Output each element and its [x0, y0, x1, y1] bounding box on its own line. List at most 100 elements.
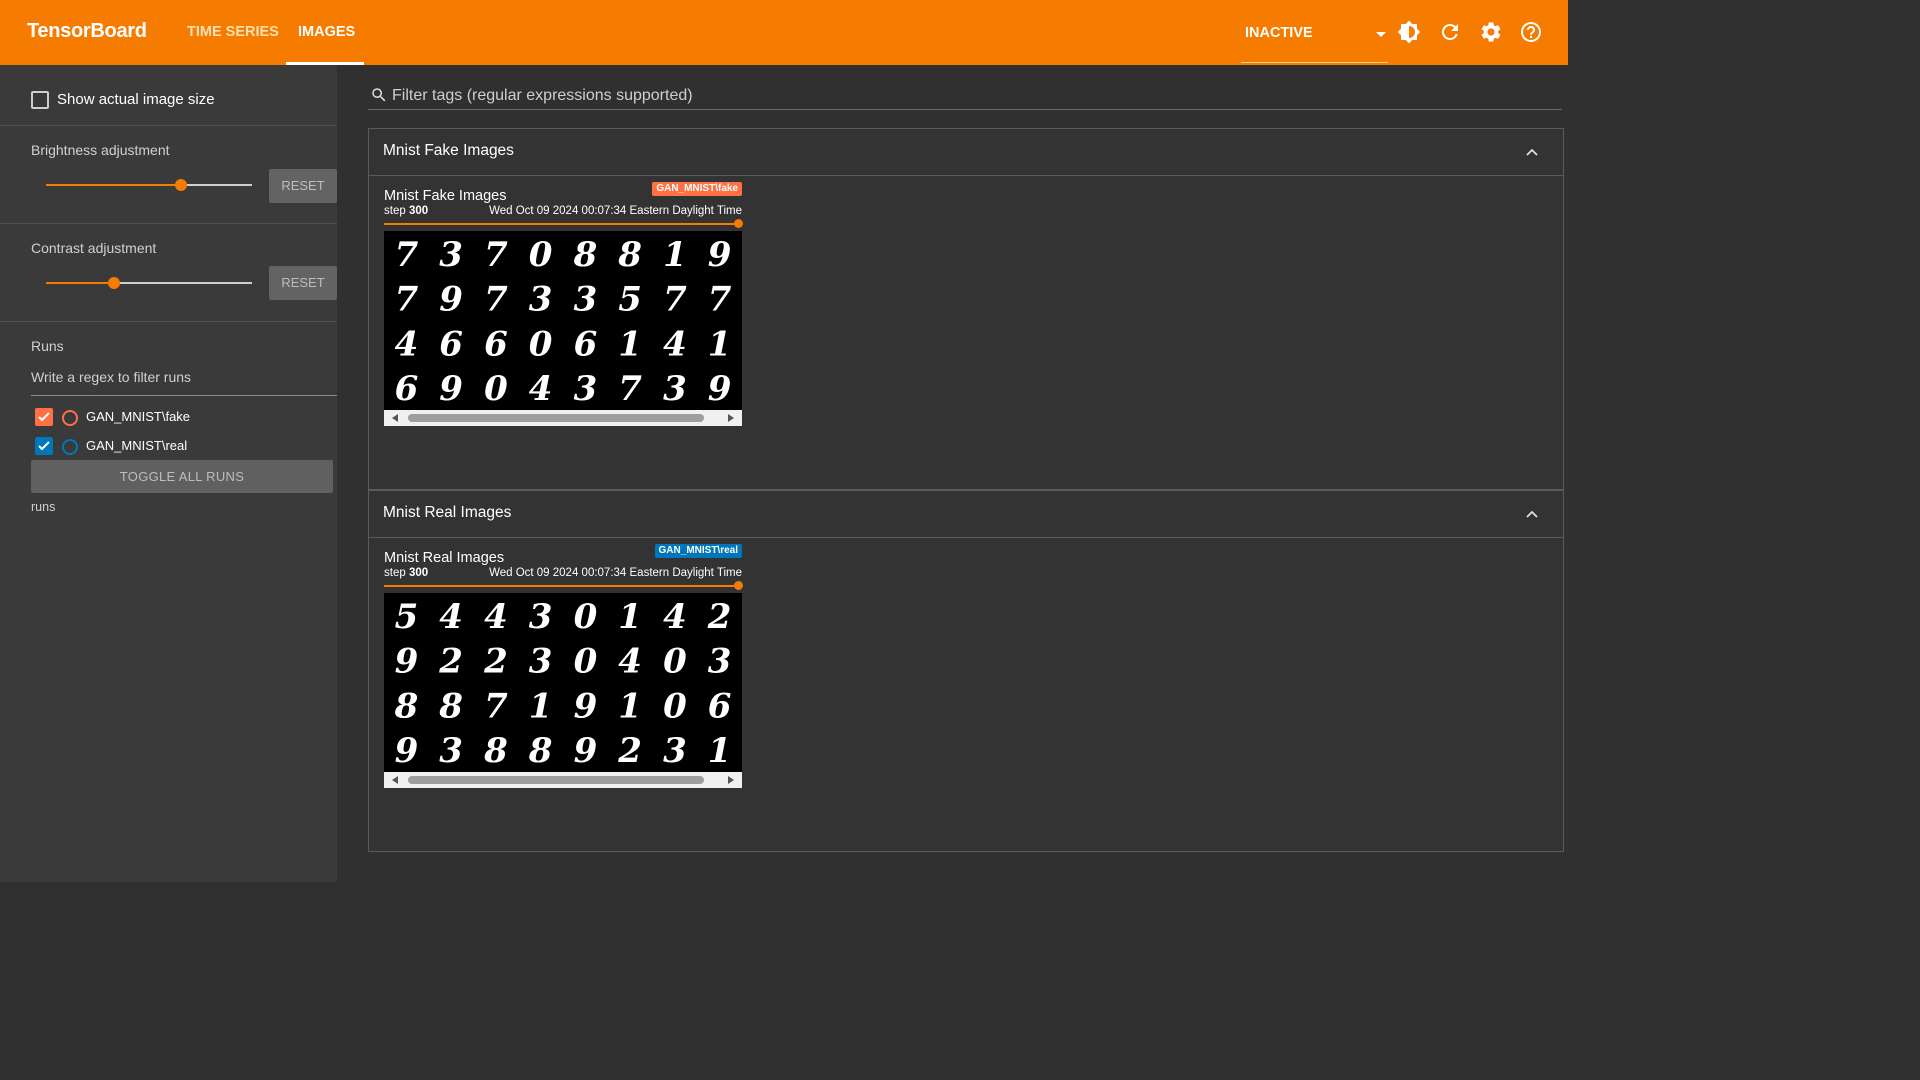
refresh-icon[interactable]: [1438, 20, 1462, 44]
run-badge: GAN_MNIST\fake: [652, 182, 742, 196]
settings-icon[interactable]: [1479, 20, 1503, 44]
digit-sample: 3: [529, 597, 553, 637]
step-label: step 300: [384, 567, 429, 579]
group-header[interactable]: Mnist Real Images: [369, 491, 1563, 538]
card-title: Mnist Fake Images: [384, 188, 507, 204]
digit-sample: 6: [395, 369, 419, 409]
help-icon[interactable]: [1519, 20, 1543, 44]
chevron-up-icon[interactable]: [1525, 145, 1539, 159]
plugin-select[interactable]: INACTIVE: [1241, 24, 1388, 63]
digit-sample: 8: [394, 686, 419, 726]
digit-sample: 6: [708, 686, 732, 726]
digit-sample: 3: [663, 731, 687, 771]
digit-sample: 9: [708, 235, 732, 275]
show-actual-size-checkbox[interactable]: [31, 91, 49, 109]
chevron-up-icon[interactable]: [1525, 507, 1539, 521]
app-brand: TensorBoard: [27, 20, 147, 42]
horizontal-scrollbar[interactable]: [384, 772, 742, 788]
digit-sample: 7: [484, 686, 508, 726]
contrast-reset-button[interactable]: RESET: [269, 266, 337, 300]
step-slider-track[interactable]: [384, 223, 739, 225]
digit-sample: 3: [574, 280, 598, 320]
plugin-select-label: INACTIVE: [1245, 25, 1313, 41]
digit-sample: 1: [663, 235, 687, 275]
digit-sample: 2: [438, 642, 463, 682]
digit-sample: 4: [484, 597, 508, 637]
run-color-icon[interactable]: [62, 439, 78, 455]
digit-sample: 9: [395, 642, 419, 682]
digit-sample: 0: [574, 642, 598, 682]
scroll-left-icon[interactable]: [392, 776, 398, 784]
scrollbar-thumb[interactable]: [408, 414, 704, 422]
digit-sample: 4: [439, 597, 463, 637]
digit-sample: 1: [618, 324, 642, 364]
contrast-slider-fill: [46, 282, 114, 284]
digit-sample: 9: [439, 280, 463, 320]
digit-sample: 1: [618, 597, 642, 637]
card-title: Mnist Real Images: [384, 550, 505, 566]
tab-images[interactable]: IMAGES: [298, 24, 355, 40]
timestamp: Wed Oct 09 2024 00:07:34 Eastern Dayligh…: [489, 567, 742, 579]
digit-sample: 3: [439, 731, 463, 771]
divider: [0, 125, 337, 126]
runs-title: Runs: [31, 338, 64, 354]
toggle-all-runs-button[interactable]: TOGGLE ALL RUNS: [31, 460, 333, 493]
digit-sample: 7: [484, 280, 508, 320]
digit-sample: 0: [574, 597, 598, 637]
run-checkbox[interactable]: [35, 408, 53, 426]
digit-sample: 9: [574, 731, 598, 771]
runs-filter-input[interactable]: Write a regex to filter runs: [31, 369, 337, 396]
horizontal-scrollbar[interactable]: [384, 410, 742, 426]
scroll-right-icon[interactable]: [728, 776, 734, 784]
digit-sample: 9: [439, 369, 463, 409]
digit-sample: 0: [663, 686, 687, 726]
digit-sample: 4: [663, 597, 687, 637]
digit-sample: 1: [529, 686, 553, 726]
digit-sample: 7: [484, 235, 508, 275]
top-app-bar: TensorBoard TIME SERIES IMAGES INACTIVE: [0, 0, 1568, 65]
digit-sample: 0: [484, 369, 508, 409]
sample-image-grid: 73708819797335774660614169043739: [384, 231, 742, 410]
tab-time-series[interactable]: TIME SERIES: [187, 24, 279, 40]
contrast-label: Contrast adjustment: [31, 240, 157, 256]
run-checkbox[interactable]: [35, 437, 53, 455]
card-group-fake: Mnist Fake Images Mnist Fake Images GAN_…: [368, 128, 1564, 490]
digit-sample: 3: [663, 369, 687, 409]
digit-sample: 6: [574, 324, 598, 364]
digit-sample: 2: [617, 731, 642, 771]
run-color-icon[interactable]: [62, 410, 78, 426]
theme-toggle-icon[interactable]: [1397, 20, 1421, 44]
step-label: step 300: [384, 205, 429, 217]
digit-sample: 4: [663, 324, 687, 364]
brightness-slider-fill: [46, 184, 181, 186]
group-header[interactable]: Mnist Fake Images: [369, 129, 1563, 176]
brightness-slider-thumb[interactable]: [175, 179, 187, 191]
tag-filter-input[interactable]: Filter tags (regular expressions support…: [368, 82, 1562, 110]
runs-footer: runs: [31, 500, 56, 514]
run-name: GAN_MNIST\real: [86, 438, 188, 453]
digit-sample: 8: [528, 731, 553, 771]
digit-sample: 0: [529, 235, 553, 275]
digit-sample: 9: [574, 686, 598, 726]
run-badge: GAN_MNIST\real: [654, 544, 742, 558]
divider: [0, 321, 337, 322]
digit-sample: 8: [438, 686, 463, 726]
digit-sample: 9: [395, 731, 419, 771]
brightness-reset-button[interactable]: RESET: [269, 169, 337, 203]
digit-sample: 3: [529, 642, 553, 682]
digit-sample: 8: [617, 235, 642, 275]
scrollbar-thumb[interactable]: [408, 776, 704, 784]
step-slider-thumb[interactable]: [734, 581, 743, 590]
contrast-slider-thumb[interactable]: [108, 277, 120, 289]
step-slider-track[interactable]: [384, 585, 739, 587]
divider: [0, 223, 337, 224]
scroll-right-icon[interactable]: [728, 414, 734, 422]
digit-sample: 3: [574, 369, 598, 409]
step-slider-thumb[interactable]: [734, 219, 743, 228]
brightness-label: Brightness adjustment: [31, 142, 170, 158]
card-group-real: Mnist Real Images Mnist Real Images GAN_…: [368, 490, 1564, 852]
digit-sample: 6: [439, 324, 463, 364]
run-name: GAN_MNIST\fake: [86, 409, 191, 424]
digit-sample: 1: [708, 324, 732, 364]
scroll-left-icon[interactable]: [392, 414, 398, 422]
